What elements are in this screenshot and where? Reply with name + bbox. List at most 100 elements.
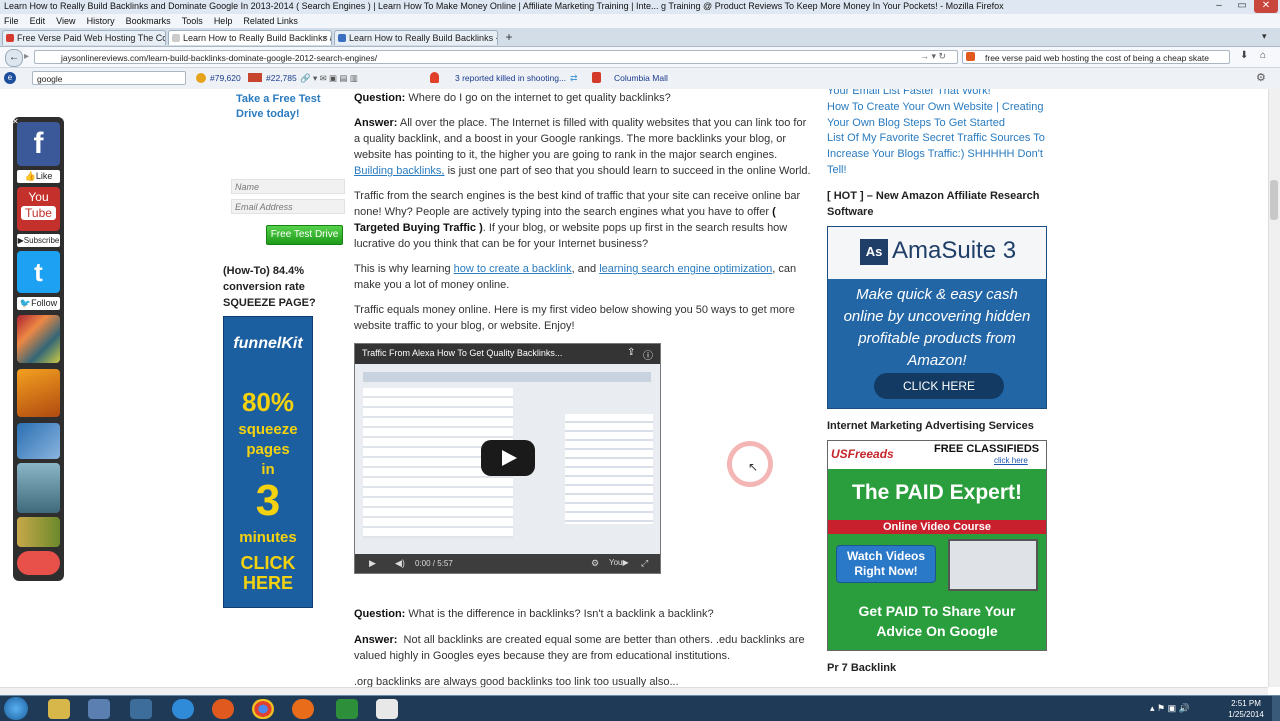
menu-edit[interactable]: Edit bbox=[30, 16, 46, 26]
funnelkit-click-here: CLICK HERE bbox=[240, 553, 296, 593]
firefox-icon[interactable] bbox=[292, 699, 314, 719]
usfreeads-free-classifieds: FREE CLASSIFIEDS bbox=[934, 443, 1040, 455]
seo-link[interactable]: learning search engine optimization bbox=[599, 263, 772, 275]
product-thumbnail-3[interactable] bbox=[17, 517, 60, 547]
toolbar-search-input[interactable]: google bbox=[32, 71, 186, 85]
name-input[interactable]: Name bbox=[231, 179, 345, 194]
product-thumbnail-1[interactable] bbox=[17, 315, 60, 363]
mall-link[interactable]: Columbia Mall bbox=[614, 73, 668, 83]
funnelkit-pages: pages bbox=[246, 441, 290, 458]
new-tab-button[interactable]: + bbox=[502, 30, 516, 44]
facebook-like-button[interactable]: 👍Like bbox=[17, 170, 60, 183]
start-button[interactable] bbox=[4, 697, 28, 720]
menu-view[interactable]: View bbox=[56, 16, 75, 26]
minimize-button[interactable]: – bbox=[1208, 0, 1230, 13]
url-bar[interactable]: jaysonlinereviews.com/learn-build-backli… bbox=[34, 50, 958, 64]
tab-learn-backlinks-2[interactable]: Learn How to Really Build Backlinks - ..… bbox=[334, 30, 498, 45]
home-icon[interactable]: ⌂ bbox=[1260, 50, 1266, 61]
watch-videos-button[interactable]: Watch Videos Right Now! bbox=[836, 545, 936, 583]
close-window-button[interactable]: ✕ bbox=[1254, 0, 1278, 13]
play-button[interactable] bbox=[481, 440, 535, 476]
sidebar-link-create-website[interactable]: How To Create Your Own Website | Creatin… bbox=[827, 99, 1047, 131]
amasuite-ad[interactable]: As AmaSuite 3 Make quick & easy cash onl… bbox=[827, 226, 1047, 409]
tab-free-verse[interactable]: Free Verse Paid Web Hosting The Cos... bbox=[2, 30, 166, 45]
tool-icon[interactable] bbox=[130, 699, 152, 719]
usfreeads-click-here[interactable]: click here bbox=[994, 456, 1028, 465]
sidebar-link-email-list[interactable]: Your Email List Faster That Work! bbox=[827, 89, 1047, 99]
subscribe-label: Subscribe bbox=[23, 236, 60, 245]
youtube-video-player[interactable]: Traffic From Alexa How To Get Quality Ba… bbox=[354, 343, 661, 574]
camtasia-icon[interactable] bbox=[336, 699, 358, 719]
answer-1-text: All over the place. The Internet is fill… bbox=[354, 117, 807, 161]
explorer-icon[interactable] bbox=[48, 699, 70, 719]
settings-gear-icon[interactable]: ⚙ bbox=[1256, 71, 1266, 84]
video-info-icon[interactable]: ⓘ bbox=[643, 347, 653, 362]
shark-thumbnail[interactable] bbox=[17, 463, 60, 513]
video-share-icon[interactable]: ⇪ bbox=[627, 347, 635, 358]
windows-taskbar: ▴ ⚑ ▣ 🔊 2:51 PM 1/25/2014 bbox=[0, 695, 1280, 721]
menu-file[interactable]: File bbox=[4, 16, 19, 26]
video-settings-icon[interactable]: ⚙ bbox=[591, 558, 599, 569]
answer-2-text: Not all backlinks are created equal some… bbox=[354, 634, 805, 662]
forward-button[interactable]: ▸ bbox=[24, 51, 29, 62]
tab-learn-backlinks-active[interactable]: Learn How to Really Build Backlinks a...… bbox=[168, 30, 332, 45]
app-icon[interactable] bbox=[212, 699, 234, 719]
test-drive-cta: Take a Free Test Drive today! bbox=[236, 93, 321, 120]
free-test-drive-button[interactable]: Free Test Drive bbox=[266, 225, 343, 245]
youtube-logo-icon[interactable]: You▶ bbox=[609, 558, 629, 567]
vertical-scrollbar-thumb[interactable] bbox=[1270, 180, 1278, 220]
tab-list-icon[interactable]: ▾ bbox=[1262, 31, 1267, 42]
create-backlink-link[interactable]: how to create a backlink bbox=[454, 263, 572, 275]
search-engine-icon[interactable] bbox=[966, 52, 975, 61]
menu-help[interactable]: Help bbox=[214, 16, 233, 26]
youtube-subscribe-button[interactable]: ▶Subscribe bbox=[17, 234, 60, 247]
email-input[interactable]: Email Address bbox=[231, 199, 345, 214]
building-backlinks-link[interactable]: Building backlinks, bbox=[354, 165, 445, 177]
system-tray-icons[interactable]: ▴ ⚑ ▣ 🔊 bbox=[1150, 703, 1190, 714]
video-controls: ▶ ◀) 0:00 / 5:57 ⚙ You▶ ⤢ bbox=[355, 554, 660, 573]
back-button[interactable]: ← bbox=[5, 49, 23, 67]
menu-bookmarks[interactable]: Bookmarks bbox=[126, 16, 171, 26]
go-arrow-icon[interactable]: → ▾ ↻ bbox=[920, 51, 946, 62]
close-tab-icon[interactable]: × bbox=[323, 31, 328, 45]
toolbar-info-icon[interactable]: e bbox=[4, 72, 16, 84]
video-play-control-icon[interactable]: ▶ bbox=[369, 558, 376, 569]
amasuite-click-here[interactable]: CLICK HERE bbox=[874, 373, 1004, 399]
youtube-top-text: You bbox=[28, 190, 49, 204]
fullscreen-icon[interactable]: ⤢ bbox=[641, 558, 648, 569]
subscribe-round-icon[interactable] bbox=[17, 551, 60, 575]
media-player-icon[interactable] bbox=[88, 699, 110, 719]
clock[interactable]: 2:51 PM 1/25/2014 bbox=[1226, 698, 1266, 720]
window-title-bar: Learn How to Really Build Backlinks and … bbox=[0, 0, 1280, 15]
usfreeads-ad[interactable]: USFreeads FREE CLASSIFIEDS click here Th… bbox=[827, 440, 1047, 651]
vertical-scrollbar[interactable] bbox=[1268, 89, 1280, 687]
share-icon[interactable]: ⇄ bbox=[570, 73, 578, 84]
twitter-follow-button[interactable]: 🐦Follow bbox=[17, 297, 60, 310]
menu-tools[interactable]: Tools bbox=[182, 16, 203, 26]
tab-favicon-icon bbox=[6, 34, 14, 42]
volume-icon[interactable]: ◀) bbox=[395, 558, 405, 569]
video-thumbnail-toolbar bbox=[363, 372, 651, 382]
menu-history[interactable]: History bbox=[87, 16, 115, 26]
youtube-icon[interactable]: You Tube bbox=[17, 187, 60, 231]
toolbar-icons[interactable]: 🔗 ▾ ✉ ▣ ▤ ▥ bbox=[300, 73, 358, 84]
funnelkit-ad[interactable]: funnelKit 80% squeeze pages in 3 minutes… bbox=[223, 316, 313, 608]
product-thumbnail-2[interactable] bbox=[17, 369, 60, 417]
show-desktop-button[interactable] bbox=[1272, 696, 1280, 721]
paragraph-org-backlinks: .org backlinks are always good backlinks… bbox=[354, 676, 679, 687]
news-headline[interactable]: 3 reported killed in shooting... bbox=[455, 73, 566, 83]
chrome-icon[interactable] bbox=[252, 699, 274, 719]
maximize-button[interactable]: ▭ bbox=[1231, 0, 1253, 13]
download-icon[interactable]: ⬇ bbox=[1240, 50, 1248, 61]
notepad-icon[interactable] bbox=[376, 699, 398, 719]
internet-explorer-icon[interactable] bbox=[172, 699, 194, 719]
twitter-icon[interactable]: t bbox=[17, 251, 60, 293]
linkedin-thumbnail[interactable] bbox=[17, 423, 60, 459]
menu-related-links[interactable]: Related Links bbox=[243, 16, 298, 26]
follow-label: Follow bbox=[31, 298, 58, 308]
facebook-icon[interactable]: f bbox=[17, 122, 60, 166]
sidebar-link-traffic-sources[interactable]: List Of My Favorite Secret Traffic Sourc… bbox=[827, 130, 1047, 178]
search-field[interactable]: free verse paid web hosting the cost of … bbox=[962, 50, 1230, 64]
amasuite-logo: As bbox=[860, 239, 888, 265]
squeeze-page-heading: (How-To) 84.4% conversion rate SQUEEZE P… bbox=[223, 265, 316, 309]
